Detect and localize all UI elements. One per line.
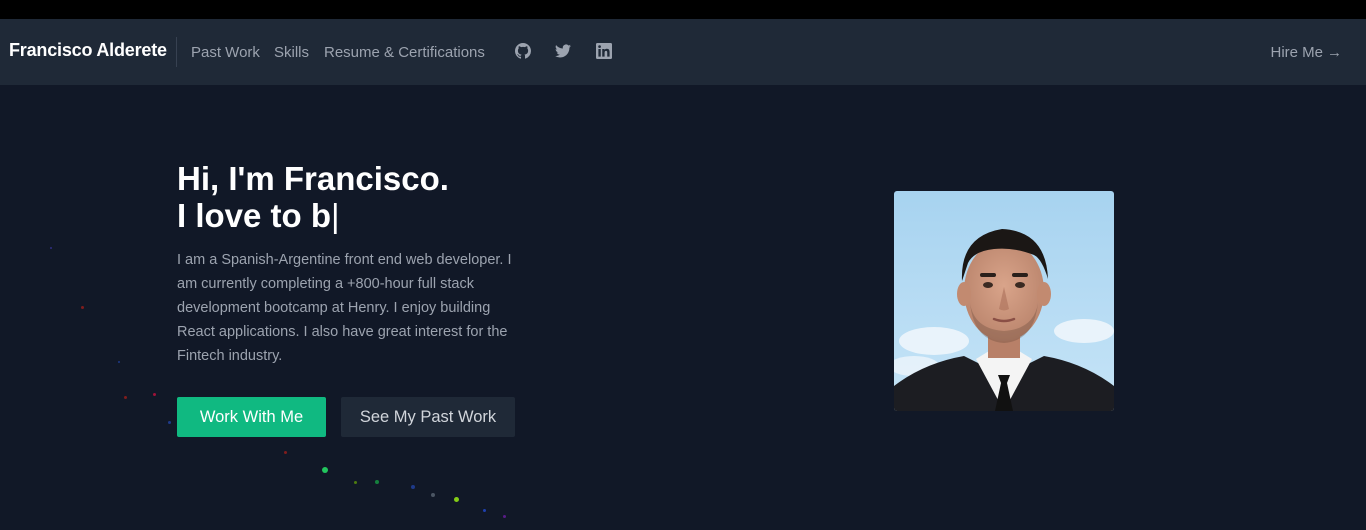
hero-title-line1: Hi, I'm Francisco. (177, 160, 449, 197)
profile-photo (894, 191, 1114, 411)
particle-dot (411, 485, 415, 489)
particle-dot (50, 247, 52, 249)
particle-dot (284, 451, 287, 454)
nav-link-past-work[interactable]: Past Work (191, 44, 260, 61)
twitter-icon[interactable] (555, 43, 571, 59)
particle-dot (503, 515, 506, 518)
hero-description: I am a Spanish-Argentine front end web d… (177, 252, 512, 364)
particle-dot (81, 306, 84, 309)
particle-dot (118, 361, 120, 363)
particle-dot (431, 493, 435, 497)
typing-cursor: | (331, 197, 340, 234)
window-top-bar (0, 0, 1366, 19)
particle-dot (454, 497, 459, 502)
particle-dot (124, 396, 127, 399)
nav-link-resume[interactable]: Resume & Certifications (324, 44, 485, 61)
nav-divider (176, 37, 177, 67)
see-past-work-button[interactable]: See My Past Work (341, 397, 515, 437)
work-with-me-button[interactable]: Work With Me (177, 397, 326, 437)
particle-dot (153, 393, 156, 396)
navbar: Francisco Alderete Past Work Skills Resu… (0, 19, 1366, 85)
hire-me-link[interactable]: Hire Me → (1270, 44, 1342, 61)
particle-dot (375, 480, 379, 484)
hire-me-label: Hire Me (1270, 44, 1323, 61)
github-icon[interactable] (515, 43, 531, 59)
hero-title-line2: I love to b (177, 197, 332, 234)
hero-title: Hi, I'm Francisco. I love to b| (177, 160, 449, 234)
arrow-right-icon: → (1327, 44, 1342, 61)
particle-dot (354, 481, 357, 484)
nav-link-skills[interactable]: Skills (274, 44, 309, 61)
particle-dot (483, 509, 486, 512)
particle-dot (168, 421, 171, 424)
particle-dot (322, 467, 328, 473)
linkedin-icon[interactable] (596, 43, 612, 59)
brand-logo[interactable]: Francisco Alderete (9, 40, 167, 61)
